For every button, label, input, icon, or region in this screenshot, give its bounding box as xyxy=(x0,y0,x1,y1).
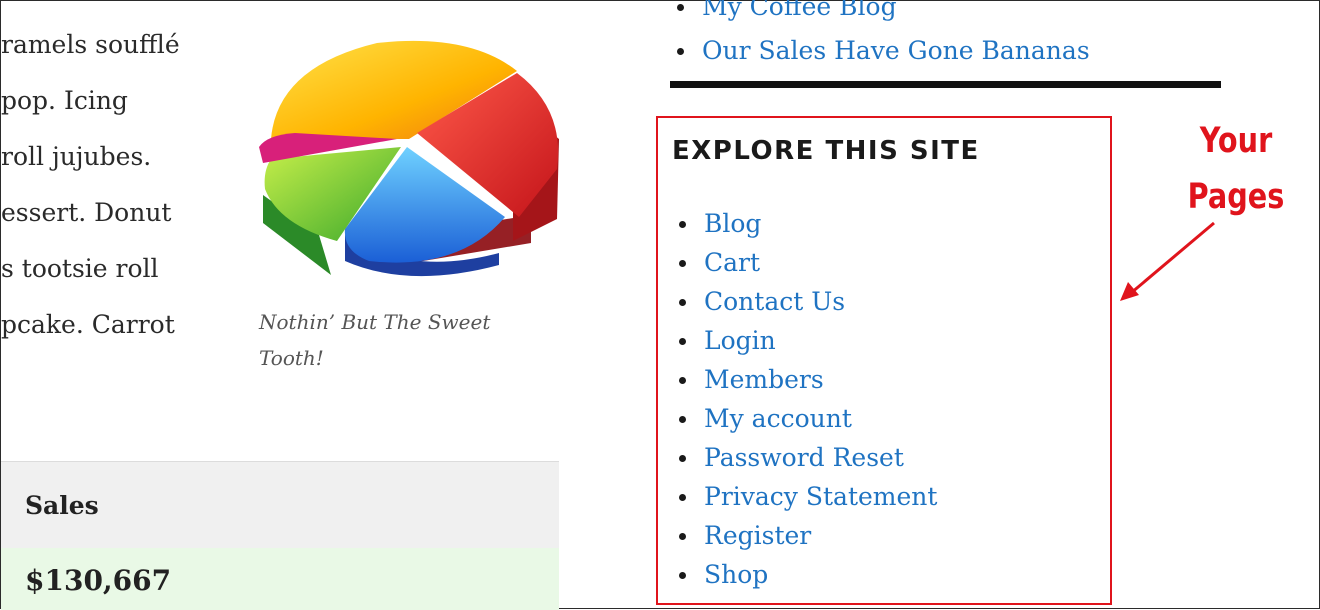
annotation-label: Your Pages xyxy=(1175,113,1298,225)
recent-post-link[interactable]: My Coffee Blog xyxy=(673,0,1090,29)
annotation-line-1: Your xyxy=(1199,121,1273,161)
page-link-my-account[interactable]: My account xyxy=(675,399,937,438)
article-text-line: roll jujubes. xyxy=(1,142,152,171)
page-link-members[interactable]: Members xyxy=(675,360,937,399)
article-column: ramels soufflé pop. Icing roll jujubes. … xyxy=(1,1,561,610)
widget-title: EXPLORE THIS SITE xyxy=(672,136,980,166)
bullet-icon xyxy=(677,48,684,55)
article-text-line: ramels soufflé xyxy=(1,30,180,59)
bullet-icon xyxy=(679,571,686,579)
bullet-icon xyxy=(679,298,686,306)
recent-posts-list: My Coffee Blog Our Sales Have Gone Banan… xyxy=(673,0,1090,73)
article-text-line: s tootsie roll xyxy=(1,254,159,283)
bullet-icon xyxy=(679,259,686,267)
bullet-icon xyxy=(679,493,686,501)
article-text-line: pop. Icing xyxy=(1,86,128,115)
widget-divider xyxy=(670,81,1221,88)
sales-table-value: $130,667 xyxy=(1,548,559,610)
bullet-icon xyxy=(677,4,684,11)
page-link-login[interactable]: Login xyxy=(675,321,937,360)
figure-caption: Nothin’ But The Sweet Tooth! xyxy=(259,310,491,370)
article-text-line: essert. Donut xyxy=(1,198,172,227)
bullet-icon xyxy=(679,532,686,540)
recent-post-link[interactable]: Our Sales Have Gone Bananas xyxy=(673,29,1090,73)
page-link-contact-us[interactable]: Contact Us xyxy=(675,282,937,321)
bullet-icon xyxy=(679,220,686,228)
article-figure: Nothin’ But The Sweet Tooth! xyxy=(259,39,559,376)
bullet-icon xyxy=(679,454,686,462)
explore-site-widget: EXPLORE THIS SITE Blog Cart Contact Us L… xyxy=(656,116,1112,605)
article-text-line: pcake. Carrot xyxy=(1,310,175,339)
pie-chart-image xyxy=(259,39,559,279)
article-body-text: ramels soufflé pop. Icing roll jujubes. … xyxy=(1,17,229,353)
sales-table-header: Sales xyxy=(1,461,559,548)
bullet-icon xyxy=(679,415,686,423)
sales-table: Sales $130,667 xyxy=(1,461,559,610)
page-link-privacy-statement[interactable]: Privacy Statement xyxy=(675,477,937,516)
bullet-icon xyxy=(679,337,686,345)
page-link-cart[interactable]: Cart xyxy=(675,243,937,282)
page-link-blog[interactable]: Blog xyxy=(675,204,937,243)
arrow-icon xyxy=(1120,221,1215,301)
bullet-icon xyxy=(679,376,686,384)
pages-list: Blog Cart Contact Us Login Members My ac… xyxy=(675,204,937,594)
page-link-shop[interactable]: Shop xyxy=(675,555,937,594)
page-link-password-reset[interactable]: Password Reset xyxy=(675,438,937,477)
page-link-register[interactable]: Register xyxy=(675,516,937,555)
